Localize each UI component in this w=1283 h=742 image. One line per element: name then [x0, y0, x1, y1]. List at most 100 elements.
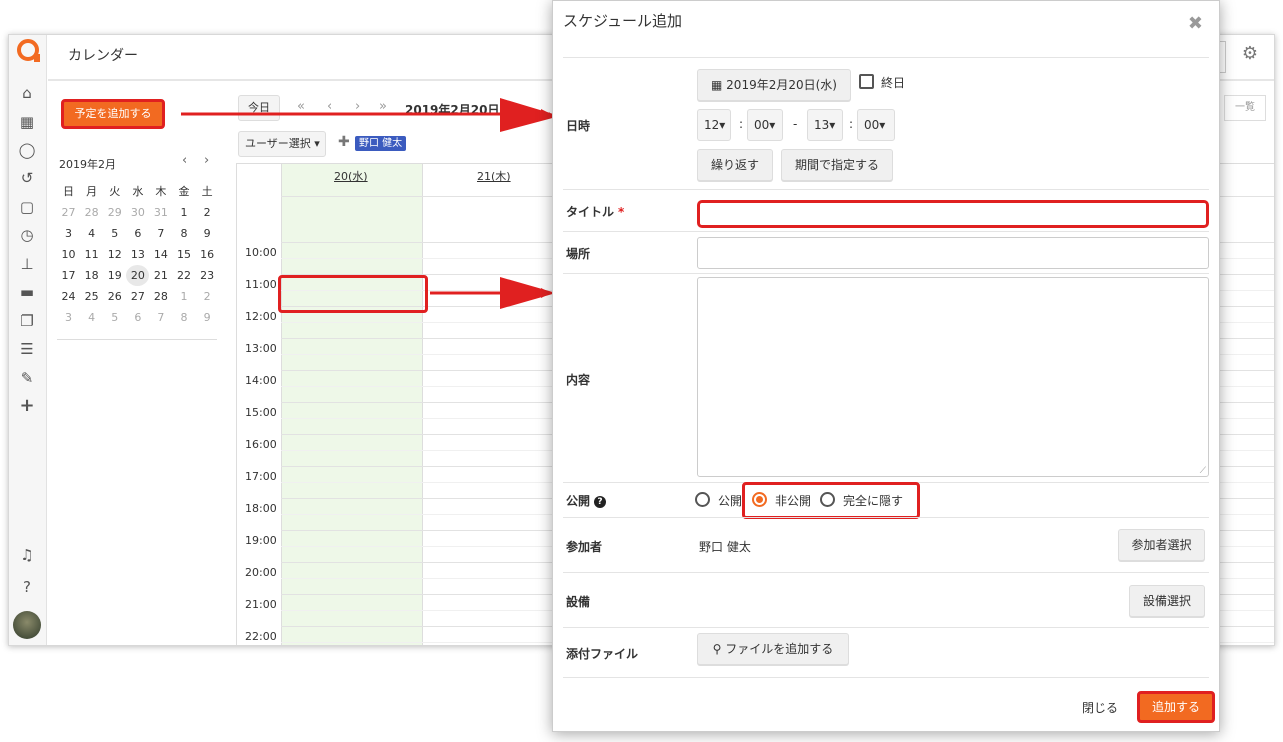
submit-button[interactable]: 追加する [1137, 691, 1215, 723]
close-button[interactable]: 閉じる [1082, 699, 1118, 716]
day-cell[interactable]: 10 [57, 244, 80, 265]
allday-checkbox[interactable] [859, 74, 874, 89]
day-cell[interactable]: 2 [196, 286, 219, 307]
chevron-left-icon[interactable]: ‹ [327, 99, 332, 114]
day-cell[interactable]: 31 [149, 202, 172, 223]
day-cell[interactable]: 21 [149, 265, 172, 286]
attach-file-button[interactable]: ⚲ ファイルを追加する [697, 633, 849, 665]
double-chevron-right-icon[interactable]: » [379, 99, 387, 114]
day-cell[interactable]: 27 [57, 202, 80, 223]
weekday-label: 日 [63, 185, 75, 198]
history-icon[interactable]: ↺ [17, 168, 37, 188]
list-view-button[interactable]: 一覧 [1224, 95, 1266, 121]
participants-select-button[interactable]: 参加者選択 [1118, 529, 1205, 561]
day-cell[interactable]: 28 [80, 202, 103, 223]
day-cell[interactable]: 18 [80, 265, 103, 286]
day-cell[interactable]: 4 [80, 307, 103, 328]
day-cell[interactable]: 9 [196, 223, 219, 244]
day-cell[interactable]: 12 [103, 244, 126, 265]
org-chart-icon[interactable]: ⊥ [17, 254, 37, 274]
end-hour-select[interactable]: 13▾ [807, 109, 843, 141]
day-cell[interactable]: 15 [172, 244, 195, 265]
equipment-select-button[interactable]: 設備選択 [1129, 585, 1205, 617]
start-minute-value: 00 [754, 118, 770, 132]
day-cell[interactable]: 29 [103, 202, 126, 223]
end-minute-select[interactable]: 00▾ [857, 109, 895, 141]
day-cell[interactable]: 2 [196, 202, 219, 223]
close-icon[interactable]: ✖ [1188, 13, 1203, 34]
gear-icon[interactable]: ⚙ [1242, 43, 1258, 64]
clipboard-icon[interactable]: ▢ [17, 197, 37, 217]
start-hour-select[interactable]: 12▾ [697, 109, 731, 141]
day-cell[interactable]: 1 [172, 202, 195, 223]
day-cell[interactable]: 13 [126, 244, 149, 265]
bell-icon[interactable]: ♫ [17, 545, 37, 565]
column-header-20[interactable]: 20(水) [334, 168, 368, 184]
chevron-right-icon[interactable]: › [204, 153, 209, 168]
double-chevron-left-icon[interactable]: « [297, 99, 305, 114]
day-cell[interactable]: 5 [103, 307, 126, 328]
day-cell[interactable]: 3 [57, 307, 80, 328]
plus-icon[interactable]: ✚ [338, 134, 350, 150]
day-cell[interactable]: 20 [126, 265, 150, 286]
day-cell[interactable]: 8 [172, 223, 195, 244]
divider [563, 572, 1209, 573]
day-cell[interactable]: 19 [103, 265, 126, 286]
folder-icon[interactable]: ▬ [17, 282, 37, 302]
day-cell[interactable]: 25 [80, 286, 103, 307]
chevron-left-icon[interactable]: ‹ [182, 153, 187, 168]
place-input[interactable] [697, 237, 1209, 269]
plus-icon[interactable]: + [17, 396, 37, 416]
period-button[interactable]: 期間で指定する [781, 149, 893, 181]
today-button[interactable]: 今日 [238, 95, 280, 121]
help-icon[interactable]: ? [17, 577, 37, 597]
day-cell[interactable]: 17 [57, 265, 80, 286]
hour-label: 11:00 [245, 278, 277, 291]
day-cell[interactable]: 7 [149, 307, 172, 328]
column-header-21[interactable]: 21(木) [477, 168, 511, 184]
week-row: 10 11 12 13 14 15 16 [57, 244, 219, 265]
user-chip[interactable]: 野口 健太 [355, 136, 407, 151]
day-cell[interactable]: 6 [126, 307, 149, 328]
weekday-label: 木 [155, 185, 167, 198]
content-textarea[interactable] [697, 277, 1209, 477]
day-cell[interactable]: 8 [172, 307, 195, 328]
day-cell[interactable]: 1 [172, 286, 195, 307]
day-cell[interactable]: 7 [149, 223, 172, 244]
day-cell[interactable]: 3 [57, 223, 80, 244]
day-cell[interactable]: 9 [196, 307, 219, 328]
copy-icon[interactable]: ❐ [17, 311, 37, 331]
user-select[interactable]: ユーザー選択 ▾ [238, 131, 326, 157]
title-input[interactable] [697, 200, 1209, 228]
day-cell[interactable]: 24 [57, 286, 80, 307]
edit-icon[interactable]: ✎ [17, 368, 37, 388]
visibility-public-radio[interactable] [695, 492, 710, 507]
date-picker-button[interactable]: ▦ 2019年2月20日(水) [697, 69, 851, 101]
avatar[interactable] [13, 611, 41, 639]
calendar-icon[interactable]: ▦ [17, 112, 37, 132]
day-cell[interactable]: 4 [80, 223, 103, 244]
help-icon[interactable]: ? [594, 496, 607, 508]
day-cell[interactable]: 30 [126, 202, 149, 223]
day-cell[interactable]: 11 [80, 244, 103, 265]
start-minute-select[interactable]: 00▾ [747, 109, 783, 141]
day-cell[interactable]: 22 [172, 265, 195, 286]
day-cell[interactable]: 6 [126, 223, 149, 244]
app-logo[interactable] [17, 39, 40, 62]
today-column[interactable] [281, 164, 423, 645]
clock-icon[interactable]: ◷ [17, 225, 37, 245]
home-icon[interactable]: ⌂ [17, 83, 37, 103]
checklist-icon[interactable]: ☰ [17, 339, 37, 359]
day-cell[interactable]: 23 [196, 265, 219, 286]
day-cell[interactable]: 14 [149, 244, 172, 265]
selected-slot-highlight[interactable] [278, 275, 428, 313]
day-cell[interactable]: 27 [126, 286, 149, 307]
day-cell[interactable]: 28 [149, 286, 172, 307]
repeat-button[interactable]: 繰り返す [697, 149, 773, 181]
day-cell[interactable]: 5 [103, 223, 126, 244]
chevron-right-icon[interactable]: › [355, 99, 360, 114]
day-cell[interactable]: 16 [196, 244, 219, 265]
day-cell[interactable]: 26 [103, 286, 126, 307]
add-schedule-button[interactable]: 予定を追加する [61, 99, 165, 129]
chat-icon[interactable]: ◯ [17, 140, 37, 160]
